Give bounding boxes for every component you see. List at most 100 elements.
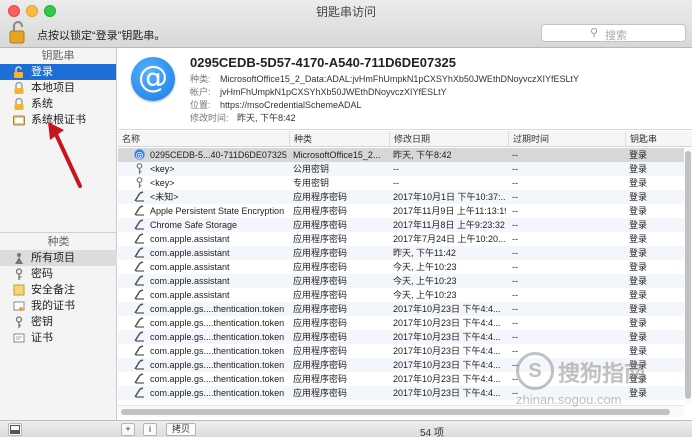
- sidebar-divider: [0, 232, 117, 233]
- cell-name: com.apple.gs....thentication.token: [150, 388, 285, 398]
- category-item-secure-notes[interactable]: 安全备注: [0, 282, 117, 298]
- category-item-label: 证书: [31, 332, 53, 344]
- watermark: S 搜狗指南 zhinan.sogou.com: [512, 352, 687, 422]
- table-row[interactable]: <未知> 应用程序密码 2017年10月1日 下午10:37:... -- 登录: [118, 190, 684, 204]
- password-icon: [134, 275, 145, 286]
- cell-expires: --: [512, 248, 518, 258]
- cell-modified: 2017年10月23日 下午4:4...: [393, 388, 501, 398]
- column-header-modified[interactable]: 修改日期: [389, 131, 508, 147]
- window-titlebar: 钥匙串访问 点按以锁定“登录”钥匙串。 ⚲ 搜索: [0, 0, 692, 48]
- table-row[interactable]: Apple Persistent State Encryption 应用程序密码 2…: [118, 204, 684, 218]
- table-row[interactable]: com.apple.assistant 应用程序密码 昨天, 下午11:42 -- 登录: [118, 246, 684, 260]
- lock-icon: [14, 98, 24, 110]
- cell-kind: 应用程序密码: [293, 346, 348, 356]
- category-item-label: 我的证书: [31, 300, 75, 312]
- table-row[interactable]: <key> 公用密钥 -- -- 登录: [118, 162, 684, 176]
- unlocked-padlock-icon[interactable]: [9, 20, 27, 44]
- window-title: 钥匙串访问: [315, 5, 376, 19]
- table-row[interactable]: com.apple.gs....thentication.token 应用程序密码…: [118, 330, 684, 344]
- category-item-keys[interactable]: 密钥: [0, 314, 117, 330]
- password-icon: [134, 219, 145, 230]
- table-row[interactable]: com.apple.gs....thentication.token 应用程序密码…: [118, 302, 684, 316]
- search-icon: ⚲: [590, 27, 599, 39]
- show-sidebar-button[interactable]: [8, 423, 22, 436]
- watermark-logo: S: [516, 352, 554, 390]
- table-row[interactable]: <key> 专用密钥 -- -- 登录: [118, 176, 684, 190]
- cell-kind: 公用密钥: [293, 164, 330, 174]
- password-icon: [134, 233, 145, 244]
- cell-modified: 今天, 上午10:23: [393, 290, 457, 300]
- category-header: 种类: [47, 236, 70, 248]
- folder-cert-icon: [13, 115, 25, 126]
- password-icon: [134, 373, 145, 384]
- svg-text:@: @: [136, 150, 144, 159]
- column-header-keychain[interactable]: 钥匙串: [625, 131, 684, 147]
- table-row[interactable]: Chrome Safe Storage 应用程序密码 2017年11月8日 上午9:…: [118, 218, 684, 232]
- sidebar-item-label: 系统: [31, 98, 53, 110]
- cell-kind: 应用程序密码: [293, 290, 348, 300]
- cell-keychain: 登录: [629, 178, 648, 188]
- key-icon: [134, 163, 145, 174]
- detail-account-row: 帐户: jvHmFhUmpkN1pCXSYhXb50JWEthDNoyvczXIY…: [190, 85, 447, 98]
- cell-modified: 昨天, 下午11:42: [393, 248, 456, 258]
- sidebar-item-local-items[interactable]: 本地项目: [0, 80, 116, 96]
- cell-keychain: 登录: [629, 234, 648, 244]
- cell-kind: 应用程序密码: [293, 332, 348, 342]
- sidebar-item-system-roots[interactable]: 系统根证书: [0, 112, 116, 128]
- cell-expires: --: [512, 290, 518, 300]
- cell-keychain: 登录: [629, 290, 648, 300]
- sidebar-item-login[interactable]: 登录: [0, 64, 116, 80]
- cell-name: com.apple.assistant: [150, 248, 230, 258]
- cell-keychain: 登录: [629, 220, 648, 230]
- at-sign-icon: @: [134, 149, 145, 160]
- column-header-expires[interactable]: 过期时间: [508, 131, 625, 147]
- table-row[interactable]: com.apple.assistant 应用程序密码 今天, 上午10:23 -- 登录: [118, 260, 684, 274]
- category-item-label: 密钥: [31, 316, 53, 328]
- cell-expires: --: [512, 178, 518, 188]
- copy-button[interactable]: 拷贝: [166, 423, 196, 436]
- table-row[interactable]: com.apple.gs....thentication.token 应用程序密码…: [118, 316, 684, 330]
- table-row[interactable]: com.apple.assistant 应用程序密码 今天, 上午10:23 -- 登录: [118, 288, 684, 302]
- cell-expires: --: [512, 304, 518, 314]
- sidebar-item-label: 本地项目: [31, 82, 75, 94]
- password-icon: [134, 303, 145, 314]
- column-header-kind[interactable]: 种类: [289, 131, 389, 147]
- password-icon: [134, 345, 145, 356]
- cell-name: <key>: [150, 164, 175, 174]
- cell-modified: 昨天, 下午8:42: [393, 150, 452, 160]
- password-icon: [15, 268, 23, 280]
- category-item-my-certificates[interactable]: 我的证书: [0, 298, 117, 314]
- detail-modified-row: 修改时间: 昨天, 下午8:42: [190, 111, 296, 124]
- info-button[interactable]: i: [143, 423, 157, 436]
- cell-modified: 2017年10月23日 下午4:4...: [393, 304, 501, 314]
- cell-kind: 应用程序密码: [293, 234, 348, 244]
- cell-kind: 应用程序密码: [293, 304, 348, 314]
- password-icon: [134, 317, 145, 328]
- cell-kind: 应用程序密码: [293, 248, 348, 258]
- table-row[interactable]: com.apple.assistant 应用程序密码 今天, 上午10:23 -- 登录: [118, 274, 684, 288]
- detail-where-label: 位置:: [190, 100, 211, 110]
- cell-name: com.apple.assistant: [150, 290, 230, 300]
- sidebar: 钥匙串 登录 本地项目 系统 系统根证书 种类 所有项目 密码 安全备注 我的证…: [0, 48, 117, 420]
- cell-modified: 2017年10月23日 下午4:4...: [393, 374, 501, 384]
- item-detail-panel: @ 0295CEDB-5D57-4170-A540-711D6DE07325 种…: [118, 48, 692, 130]
- item-count: 54 项: [420, 428, 444, 437]
- cell-expires: --: [512, 164, 518, 174]
- cell-name: com.apple.gs....thentication.token: [150, 304, 285, 314]
- category-item-passwords[interactable]: 密码: [0, 266, 117, 282]
- sidebar-toggle-icon: [10, 425, 20, 434]
- detail-where-row: 位置: https://msoCredentialSchemeADAL: [190, 98, 362, 111]
- table-row[interactable]: com.apple.assistant 应用程序密码 2017年7月24日 上午10…: [118, 232, 684, 246]
- all-items-icon: [15, 253, 23, 264]
- column-header-name[interactable]: 名称: [118, 131, 285, 147]
- keychain-open-icon: [14, 66, 23, 78]
- table-row[interactable]: @0295CEDB-5...40-711D6DE07325 MicrosoftOf…: [118, 148, 684, 162]
- detail-modified-value: 昨天, 下午8:42: [237, 113, 296, 123]
- add-item-button[interactable]: +: [121, 423, 135, 436]
- cell-keychain: 登录: [629, 262, 648, 272]
- cell-expires: --: [512, 276, 518, 286]
- category-item-all-items[interactable]: 所有项目: [0, 250, 117, 266]
- sidebar-item-system[interactable]: 系统: [0, 96, 116, 112]
- category-item-certificates[interactable]: 证书: [0, 330, 117, 346]
- search-field[interactable]: ⚲ 搜索: [541, 24, 686, 42]
